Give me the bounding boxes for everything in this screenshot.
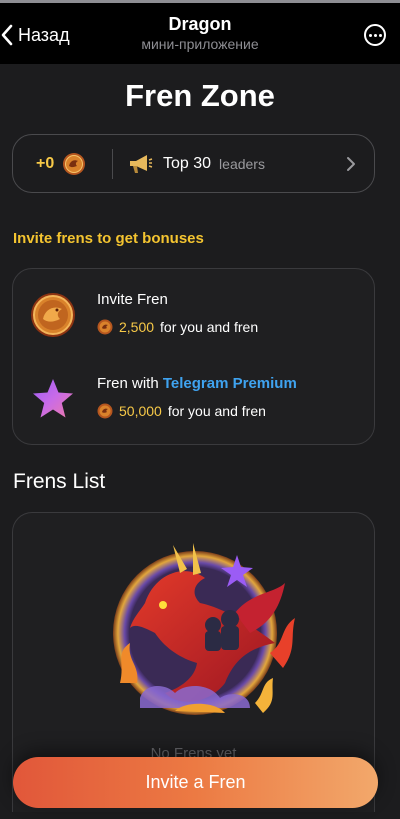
chevron-right-icon (347, 156, 355, 171)
leaders-button[interactable]: Top 30 leaders (123, 153, 374, 175)
bonus-reward: 50,000 for you and fren (97, 403, 266, 419)
page-title: Fren Zone (125, 78, 275, 113)
premium-label: Telegram Premium (162, 375, 297, 392)
app-subtitle: мини-приложение (141, 36, 259, 52)
stats-bar: +0 Top 30 leaders (12, 134, 375, 193)
bonus-suffix: for you and fren (160, 319, 259, 335)
frens-list-title: Frens List (13, 470, 106, 493)
back-button[interactable]: Назад (0, 21, 70, 49)
dragon-coin-icon (31, 293, 75, 337)
dragon-coin-icon (97, 403, 113, 419)
top-bar: Назад Dragon мини-приложение (0, 0, 400, 64)
more-icon[interactable] (364, 24, 386, 46)
app-title: Dragon (168, 14, 232, 34)
dragon-coin-icon (97, 319, 113, 335)
star-icon (33, 379, 73, 418)
leaders-sublabel: leaders (219, 155, 265, 172)
balance-value: +0 (36, 154, 55, 172)
stats-divider (112, 148, 113, 179)
invite-fren-button[interactable]: Invite a Fren (13, 757, 378, 808)
megaphone-icon (130, 154, 153, 173)
bonus-suffix: for you and fren (167, 403, 266, 419)
bonus-title: Fren with Telegram Premium (97, 375, 297, 392)
bonus-amount: 50,000 (119, 403, 162, 419)
dragon-emblem-image (113, 543, 295, 715)
back-label: Назад (18, 24, 70, 45)
chevron-left-icon (1, 24, 13, 46)
bonus-amount: 2,500 (119, 319, 155, 335)
bonus-title: Invite Fren (97, 291, 168, 308)
bonus-item-invite: Invite Fren 2,500 for you and fren (13, 289, 374, 345)
bonus-card: Invite Fren 2,500 for you and fren Fren … (12, 268, 375, 445)
dragon-coin-icon (63, 152, 86, 175)
bonus-title-prefix: Fren with (97, 375, 159, 392)
invite-heading: Invite frens to get bonuses (13, 230, 204, 247)
bonus-item-premium: Fren with Telegram Premium 50,000 for yo… (13, 373, 374, 429)
bonus-reward: 2,500 for you and fren (97, 319, 258, 335)
balance: +0 (13, 152, 102, 176)
title-block: Dragon мини-приложение (100, 13, 300, 53)
leaders-label: Top 30 (163, 154, 212, 172)
